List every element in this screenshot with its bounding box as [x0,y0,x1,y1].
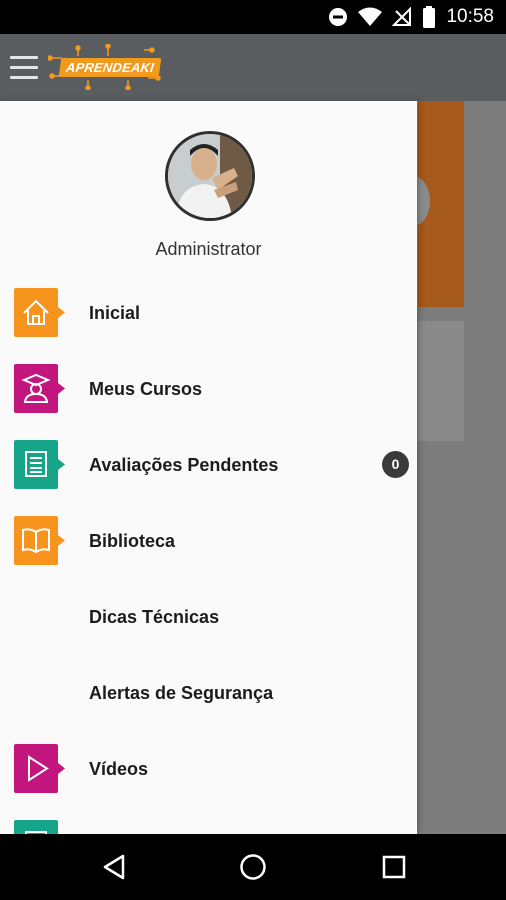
hamburger-menu-icon[interactable] [10,56,38,80]
play-icon [14,744,65,793]
menu-item-meus-cursos[interactable]: Meus Cursos [0,357,417,421]
avatar [165,131,255,221]
menu-item-biblioteca[interactable]: Biblioteca [0,509,417,573]
menu-item-label: Vídeos [89,759,149,779]
system-navigation-bar [0,834,506,900]
menu-item-partial[interactable] [0,813,417,834]
back-icon [103,854,125,880]
status-icons: 10:58 [328,6,494,28]
menu-item-videos[interactable]: Vídeos [0,737,417,801]
book-icon [14,516,65,565]
menu-item-label: Inicial [89,303,141,323]
do-not-disturb-icon [329,8,348,26]
home-button[interactable] [223,834,283,900]
menu-item-label: Avaliações Pendentes [89,455,279,475]
user-name: Administrator [155,239,262,259]
status-bar: 10:58 [0,0,506,34]
background-card [418,321,464,441]
menu-item-alertas-de-seguranca[interactable]: Alertas de Segurança [0,661,417,725]
graduate-icon [14,364,65,413]
app-logo: APRENDEAKI [48,44,162,90]
menu-item-label: Biblioteca [89,531,176,551]
battery-icon [423,6,436,28]
navigation-drawer: Administrator Inicial Meus Cursos Avalia… [0,101,417,834]
no-signal-icon [392,7,412,26]
menu-item-avaliacoes-pendentes[interactable]: Avaliações Pendentes 0 [0,433,417,497]
back-button[interactable] [84,834,144,900]
menu-item-label: Dicas Técnicas [89,607,220,627]
app-bar: APRENDEAKI [0,34,506,101]
menu-item-dicas-tecnicas[interactable]: Dicas Técnicas [0,585,417,649]
menu-item-label: Alertas de Segurança [89,683,274,703]
menu-item-label: Meus Cursos [89,379,203,399]
home-circle-icon [240,854,266,880]
logo-text: APRENDEAKI [58,58,162,77]
checklist-icon [14,820,58,834]
profile-photo [168,134,252,218]
recents-button[interactable] [364,834,424,900]
recents-icon [382,855,406,879]
pending-count-badge: 0 [382,451,409,478]
status-time: 10:58 [446,6,494,27]
wifi-icon [358,7,383,26]
checklist-icon [14,440,65,489]
home-icon [14,288,65,337]
menu-item-inicial[interactable]: Inicial [0,281,417,345]
